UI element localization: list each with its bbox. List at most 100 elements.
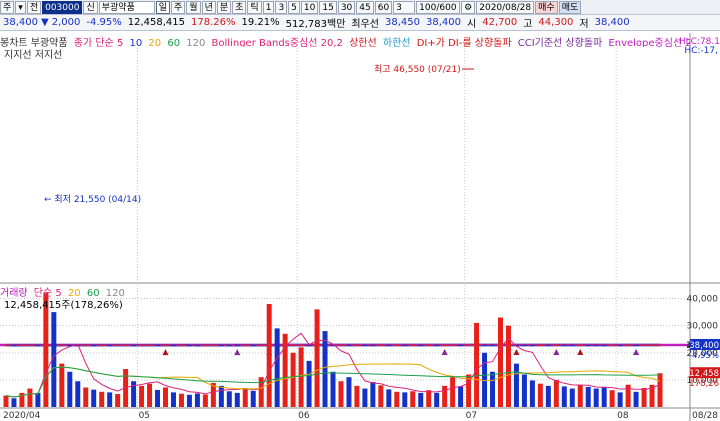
period-year-button[interactable]: 년 <box>201 0 216 14</box>
interval-value-input[interactable]: 3 <box>393 0 416 14</box>
volume-bar <box>274 328 280 407</box>
candle-body <box>290 344 296 346</box>
period-month-button[interactable]: 월 <box>186 0 201 14</box>
dropdown-button[interactable]: ▾ <box>15 0 26 14</box>
legend-ma20: 20 <box>148 38 162 47</box>
candle-body <box>298 344 304 346</box>
interval-3-button[interactable]: 3 <box>275 0 288 14</box>
price-panel <box>0 33 690 282</box>
volume-bar <box>186 394 192 407</box>
volume-bar <box>107 392 113 407</box>
candle-body <box>107 345 113 347</box>
volume-bar <box>290 352 296 407</box>
interval-1-button[interactable]: 1 <box>262 0 275 14</box>
candle-body <box>123 345 129 347</box>
stock-chart[interactable]: 최고 46,550 (07/21)← 최저 21,550 (04/14) 45,… <box>0 31 720 421</box>
candle-body <box>210 345 216 347</box>
legend-bb-upper: 상한선 <box>349 38 377 47</box>
price-legend: 봉차트 부광약품 종가 단순 5 10 20 60 120 Bollinger … <box>0 34 690 47</box>
candle-body <box>625 345 631 347</box>
volume-bar <box>474 322 480 407</box>
volume-bar <box>155 389 161 407</box>
legend-ma10: 10 <box>129 38 143 47</box>
volume-bar <box>434 392 440 407</box>
period-day-button[interactable]: 일 <box>155 0 171 14</box>
volume-bar <box>35 392 41 407</box>
candle-body <box>577 345 583 347</box>
volume-bar <box>346 377 352 407</box>
period-minute-button[interactable]: 분 <box>216 0 232 14</box>
period-tick-button[interactable]: 틱 <box>247 0 262 14</box>
volume-bar <box>362 388 368 407</box>
volume-bar <box>99 391 105 407</box>
candle-body <box>529 345 535 347</box>
date-tick-label: 05 <box>139 411 150 421</box>
hc-label: HC:-17, <box>684 46 718 56</box>
candle-body <box>450 344 456 346</box>
volume-bar <box>521 374 527 407</box>
volume-bar <box>3 395 9 407</box>
credit-button[interactable]: 신 <box>83 0 98 14</box>
volume-bar <box>250 391 256 407</box>
volume-bar <box>458 386 464 407</box>
volume-bar <box>139 385 145 407</box>
chart-tools-icon[interactable]: ⚙ <box>461 0 476 14</box>
interval-60-button[interactable]: 60 <box>374 0 393 14</box>
volume-bar <box>194 393 200 407</box>
volume-bar <box>593 388 599 407</box>
volume-bar <box>410 391 416 407</box>
candle-body <box>178 345 184 347</box>
candle-body <box>155 345 161 347</box>
candle-body <box>410 345 416 347</box>
sell-button[interactable]: 매도 <box>558 0 582 14</box>
signal-arrow-icon <box>553 349 560 356</box>
volume-bar <box>338 381 344 407</box>
legend-di-signal: DI+가 DI-를 상향돌파 <box>416 38 512 47</box>
interval-10-button[interactable]: 10 <box>300 0 319 14</box>
candle-body <box>11 345 17 347</box>
volume-bar <box>163 387 169 407</box>
volume-bar <box>298 347 304 407</box>
high-price: 44,300 <box>538 17 574 28</box>
current-volume-text: 12,458 <box>689 369 719 379</box>
legend-bb-lower: 하한선 <box>382 38 411 47</box>
candle-body <box>226 345 232 347</box>
period-week-button[interactable]: 주 <box>171 0 186 14</box>
current-volume-ratio: 178,26 <box>689 379 719 389</box>
interval-30-button[interactable]: 30 <box>337 0 356 14</box>
volume-bar <box>354 385 360 407</box>
volume-bar <box>91 389 97 407</box>
candle-body <box>386 345 392 347</box>
high-annotation: 최고 46,550 (07/21) <box>374 64 461 75</box>
buy-button[interactable]: 매수 <box>535 0 558 14</box>
count-field[interactable]: 100/600 <box>416 0 461 14</box>
volume-bar <box>322 331 328 407</box>
period-second-button[interactable]: 초 <box>232 0 247 14</box>
interval-5-button[interactable]: 5 <box>288 0 300 14</box>
menu-button[interactable]: 주 <box>0 0 15 14</box>
all-button[interactable]: 전 <box>26 0 42 14</box>
volume-bar <box>426 390 432 407</box>
stock-code-input[interactable]: 003000 <box>42 0 83 14</box>
candle-body <box>617 345 623 347</box>
interval-15-button[interactable]: 15 <box>319 0 337 14</box>
candle-body <box>3 345 9 347</box>
candle-body <box>466 344 472 346</box>
volume-bar <box>545 385 551 407</box>
candle-body <box>186 345 192 347</box>
volume-bar <box>402 392 408 407</box>
date-input[interactable]: 2020/08/28 <box>476 0 535 14</box>
legend-ma60: 60 <box>167 38 181 47</box>
candle-body <box>553 344 559 346</box>
candle-body <box>27 345 33 347</box>
volume-tick-label: 30,000 <box>687 322 719 332</box>
signal-arrow-icon <box>234 349 241 356</box>
volume-bar <box>537 383 543 407</box>
stock-name-field[interactable]: 부광약품 <box>98 0 155 14</box>
interval-45-button[interactable]: 45 <box>356 0 374 14</box>
volume-bar <box>633 391 639 407</box>
date-tick-label: 2020/04 <box>3 411 41 421</box>
candle-body <box>521 344 527 346</box>
candle-body <box>362 345 368 347</box>
candle-body <box>99 345 105 347</box>
